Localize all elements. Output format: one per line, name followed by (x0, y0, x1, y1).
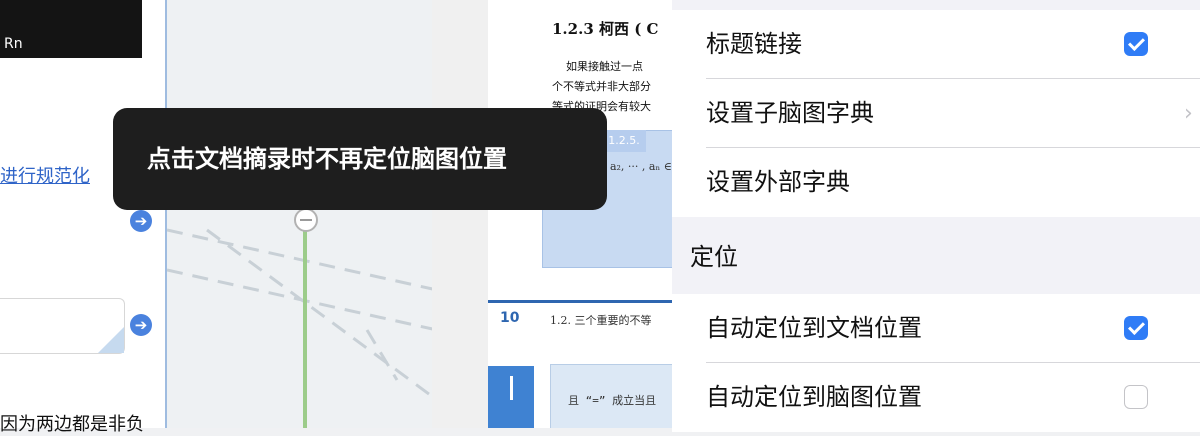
document-text: 因为两边都是非负 (0, 414, 144, 435)
settings-group-links: 标题链接 设置子脑图字典 › 设置外部字典 (672, 10, 1200, 217)
pdf-text-line: 个不等式并非大部分 (552, 80, 651, 93)
setting-auto-locate-mindmap[interactable]: 自动定位到脑图位置 (672, 363, 1200, 432)
setting-sub-mindmap-dictionary[interactable]: 设置子脑图字典 › (672, 79, 1200, 148)
pdf-theorem-tab: 1.2.5. (602, 130, 646, 152)
mindmap-canvas[interactable] (165, 0, 434, 428)
excerpt-card[interactable] (0, 298, 125, 354)
checkbox-checked-icon[interactable] (1124, 32, 1148, 56)
setting-title-link[interactable]: 标题链接 (672, 10, 1200, 79)
pdf-margin (432, 0, 488, 428)
setting-label: 设置子脑图字典 (706, 99, 874, 127)
arrow-right-icon[interactable]: ➔ (130, 210, 152, 232)
setting-label: 设置外部字典 (706, 168, 850, 196)
pdf-section-title: 1.2. 三个重要的不等 (550, 314, 652, 327)
settings-panel: 标题链接 设置子脑图字典 › 设置外部字典 定位 自动定位到文档位置 自动定位到… (672, 0, 1200, 432)
toast-notification: 点击文档摘录时不再定位脑图位置 (113, 108, 607, 210)
chevron-right-icon: › (1184, 101, 1193, 126)
video-caption: Rn (4, 36, 23, 52)
pdf-heading: 1.2.3 柯西 ( C (552, 20, 659, 38)
settings-group-positioning: 自动定位到文档位置 自动定位到脑图位置 (672, 294, 1200, 432)
setting-label: 自动定位到文档位置 (706, 314, 922, 342)
normalize-link[interactable]: 进行规范化 (0, 162, 90, 188)
setting-label: 标题链接 (706, 30, 802, 58)
collapse-node-icon[interactable] (294, 208, 318, 232)
card-corner-fold (98, 327, 124, 353)
pdf-viewer[interactable]: 1.2.3 柯西 ( C 如果接触过一点 个不等式并非大部分 等式的证明会有较大… (432, 0, 700, 428)
toast-message: 点击文档摘录时不再定位脑图位置 (147, 145, 507, 173)
pdf-side-tab (488, 366, 534, 428)
video-thumbnail[interactable]: Rn (0, 0, 142, 58)
setting-label: 自动定位到脑图位置 (706, 383, 922, 411)
pdf-text-line: 如果接触过一点 (566, 60, 643, 73)
pdf-page-number: 10 (500, 310, 520, 326)
mindmap-branch (303, 225, 307, 428)
pdf-divider (488, 300, 700, 303)
setting-external-dictionary[interactable]: 设置外部字典 (672, 148, 1200, 217)
checkbox-checked-icon[interactable] (1124, 316, 1148, 340)
setting-auto-locate-document[interactable]: 自动定位到文档位置 (672, 294, 1200, 363)
checkbox-unchecked-icon[interactable] (1124, 385, 1148, 409)
pdf-formula: 且 “=” 成立当且 (568, 394, 657, 407)
arrow-right-icon[interactable]: ➔ (130, 314, 152, 336)
section-header-positioning: 定位 (690, 243, 738, 271)
